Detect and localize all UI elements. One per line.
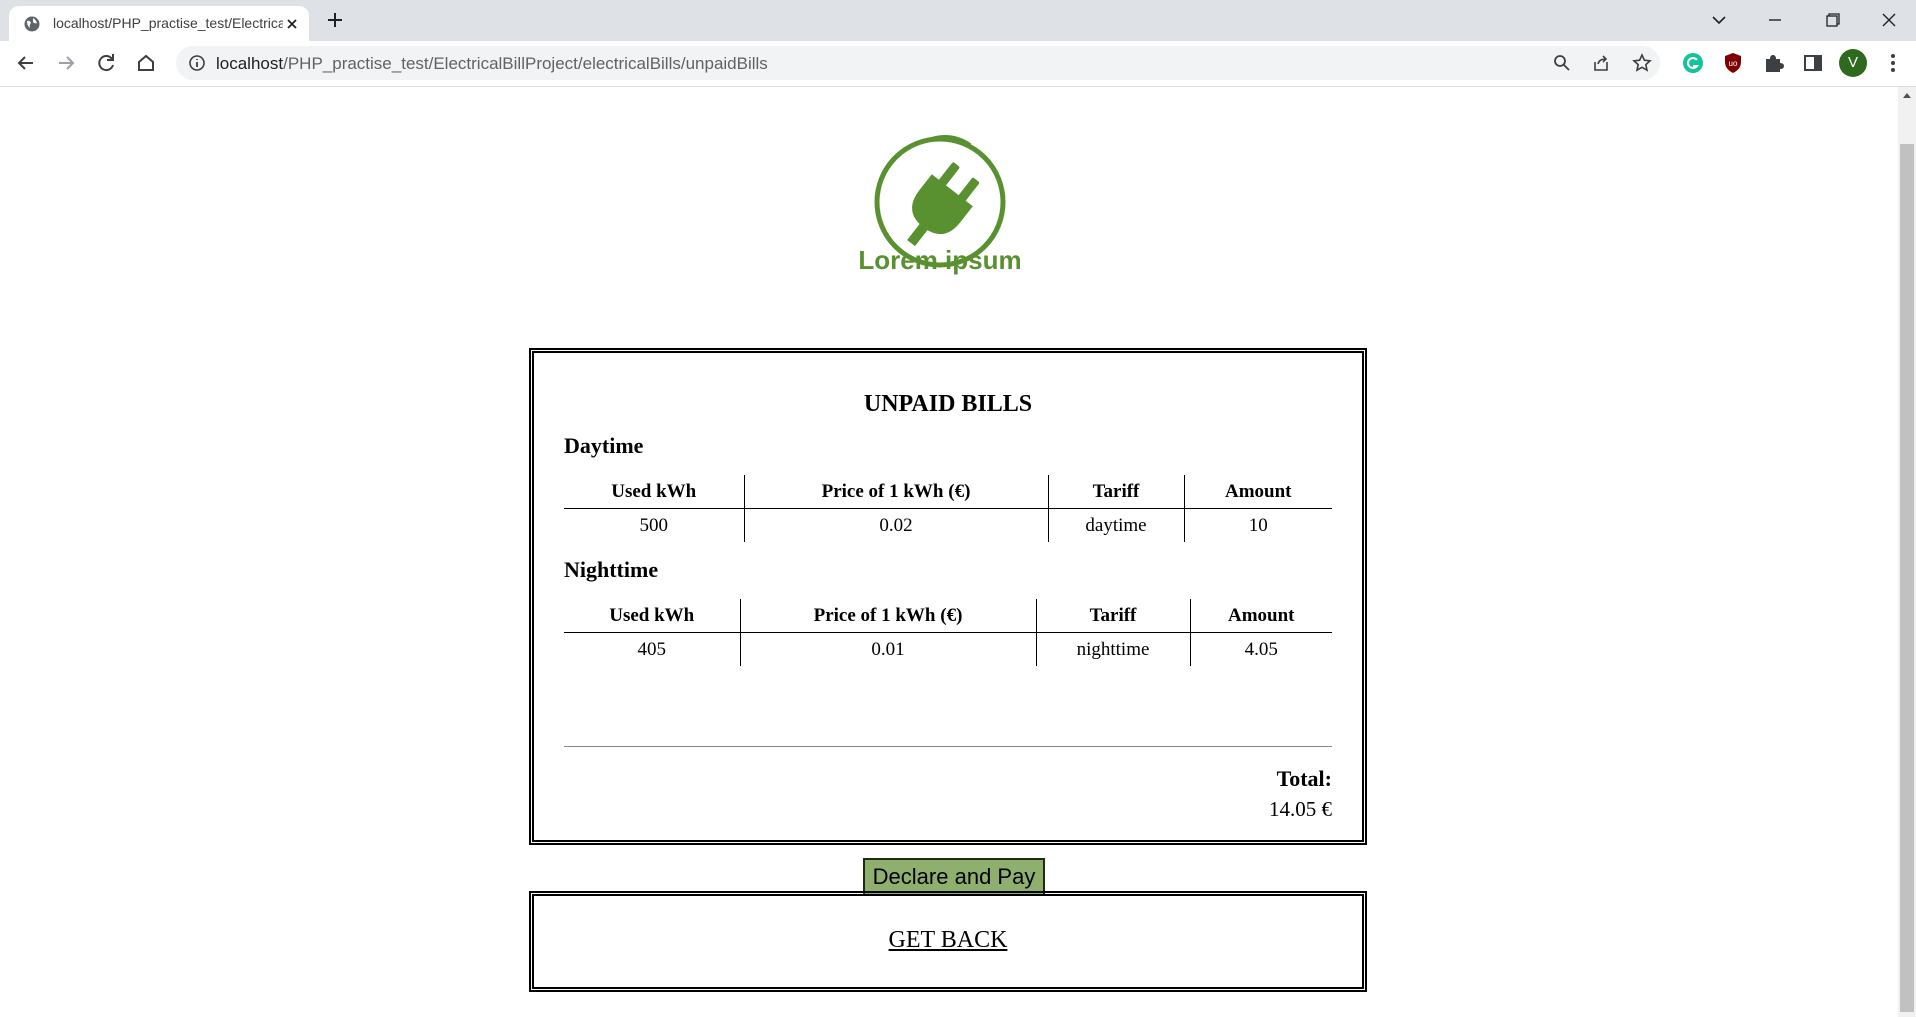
column-header: Amount xyxy=(1189,599,1332,633)
column-header: Amount xyxy=(1183,475,1332,509)
tab-title: localhost/PHP_practise_test/ElectricalBi… xyxy=(53,15,283,31)
column-header: Used kWh xyxy=(564,475,744,509)
site-info-icon[interactable] xyxy=(188,54,206,72)
price-cell: 0.01 xyxy=(739,632,1036,666)
total-label: Total: xyxy=(1276,766,1332,791)
used-kwh-cell: 405 xyxy=(637,638,667,660)
back-arrow-icon[interactable] xyxy=(12,49,40,77)
tariff-cell: daytime xyxy=(1047,508,1184,542)
menu-kebab-icon[interactable] xyxy=(1880,50,1906,76)
extensions-puzzle-icon[interactable] xyxy=(1760,50,1786,76)
zoom-search-icon[interactable] xyxy=(1552,53,1572,73)
nighttime-table: Used kWh Price of 1 kWh (€) Tariff Amoun… xyxy=(564,599,1332,666)
nighttime-heading: Nighttime xyxy=(564,557,659,582)
get-back-panel: GET BACK xyxy=(529,891,1367,992)
daytime-table: Used kWh Price of 1 kWh (€) Tariff Amoun… xyxy=(564,475,1332,542)
home-icon[interactable] xyxy=(132,49,160,77)
get-back-link[interactable]: GET BACK xyxy=(534,927,1362,954)
url-text: localhost/PHP_practise_test/ElectricalBi… xyxy=(216,54,768,74)
browser-tab-strip: localhost/PHP_practise_test/ElectricalBi… xyxy=(0,0,1916,41)
amount-cell: 10 xyxy=(1183,508,1332,542)
browser-tab[interactable]: localhost/PHP_practise_test/ElectricalBi… xyxy=(9,6,309,41)
column-header: Price of 1 kWh (€) xyxy=(743,475,1048,509)
url-host: localhost xyxy=(216,54,284,73)
tab-search-chevron-icon[interactable] xyxy=(1702,5,1736,35)
grammarly-icon[interactable] xyxy=(1680,50,1706,76)
forward-arrow-icon[interactable] xyxy=(52,49,80,77)
new-tab-icon[interactable] xyxy=(323,8,347,32)
url-path: /PHP_practise_test/ElectricalBillProject… xyxy=(283,54,768,73)
column-header: Tariff xyxy=(1035,599,1190,633)
globe-icon xyxy=(24,16,40,32)
total-value: 14.05 € xyxy=(1269,797,1332,821)
reload-icon[interactable] xyxy=(92,49,120,77)
vertical-scrollbar[interactable] xyxy=(1898,87,1916,1017)
side-panel-icon[interactable] xyxy=(1800,50,1826,76)
ublock-icon[interactable]: uo xyxy=(1720,50,1746,76)
logo-text: Lorem ipsum xyxy=(858,245,1022,275)
tariff-cell: nighttime xyxy=(1035,632,1190,666)
unpaid-bills-panel: UNPAID BILLS Daytime Used kWh Price of 1… xyxy=(529,348,1367,896)
share-icon[interactable] xyxy=(1591,53,1611,73)
daytime-heading: Daytime xyxy=(564,433,644,458)
close-window-icon[interactable] xyxy=(1872,5,1906,35)
table-header-row: Used kWh Price of 1 kWh (€) Tariff Amoun… xyxy=(564,599,1332,633)
price-cell: 0.02 xyxy=(743,508,1048,542)
amount-cell: 4.05 xyxy=(1189,632,1332,666)
browser-toolbar: localhost/PHP_practise_test/ElectricalBi… xyxy=(0,41,1916,87)
svg-text:uo: uo xyxy=(1729,59,1738,68)
page-title: UNPAID BILLS xyxy=(863,391,1033,417)
column-header: Price of 1 kWh (€) xyxy=(739,599,1036,633)
bookmark-star-icon[interactable] xyxy=(1631,52,1653,74)
column-header: Tariff xyxy=(1047,475,1184,509)
scroll-up-arrow-icon[interactable] xyxy=(1903,93,1911,98)
column-header: Used kWh xyxy=(564,599,740,633)
profile-avatar[interactable]: V xyxy=(1839,49,1867,77)
table-row: 500 0.02 daytime 10 xyxy=(564,508,1332,542)
table-header-row: Used kWh Price of 1 kWh (€) Tariff Amoun… xyxy=(564,475,1332,509)
restore-icon[interactable] xyxy=(1815,5,1849,35)
minimize-icon[interactable] xyxy=(1758,5,1792,35)
total-divider xyxy=(564,746,1332,747)
page-viewport: Lorem ipsum UNPAID BILLS Daytime Used kW… xyxy=(0,87,1898,1017)
address-bar[interactable]: localhost/PHP_practise_test/ElectricalBi… xyxy=(176,46,1660,80)
scrollbar-thumb[interactable] xyxy=(1900,144,1914,1012)
close-tab-icon[interactable] xyxy=(282,14,302,34)
table-row: 405 0.01 nighttime 4.05 xyxy=(564,632,1332,666)
used-kwh-cell: 500 xyxy=(639,514,669,536)
